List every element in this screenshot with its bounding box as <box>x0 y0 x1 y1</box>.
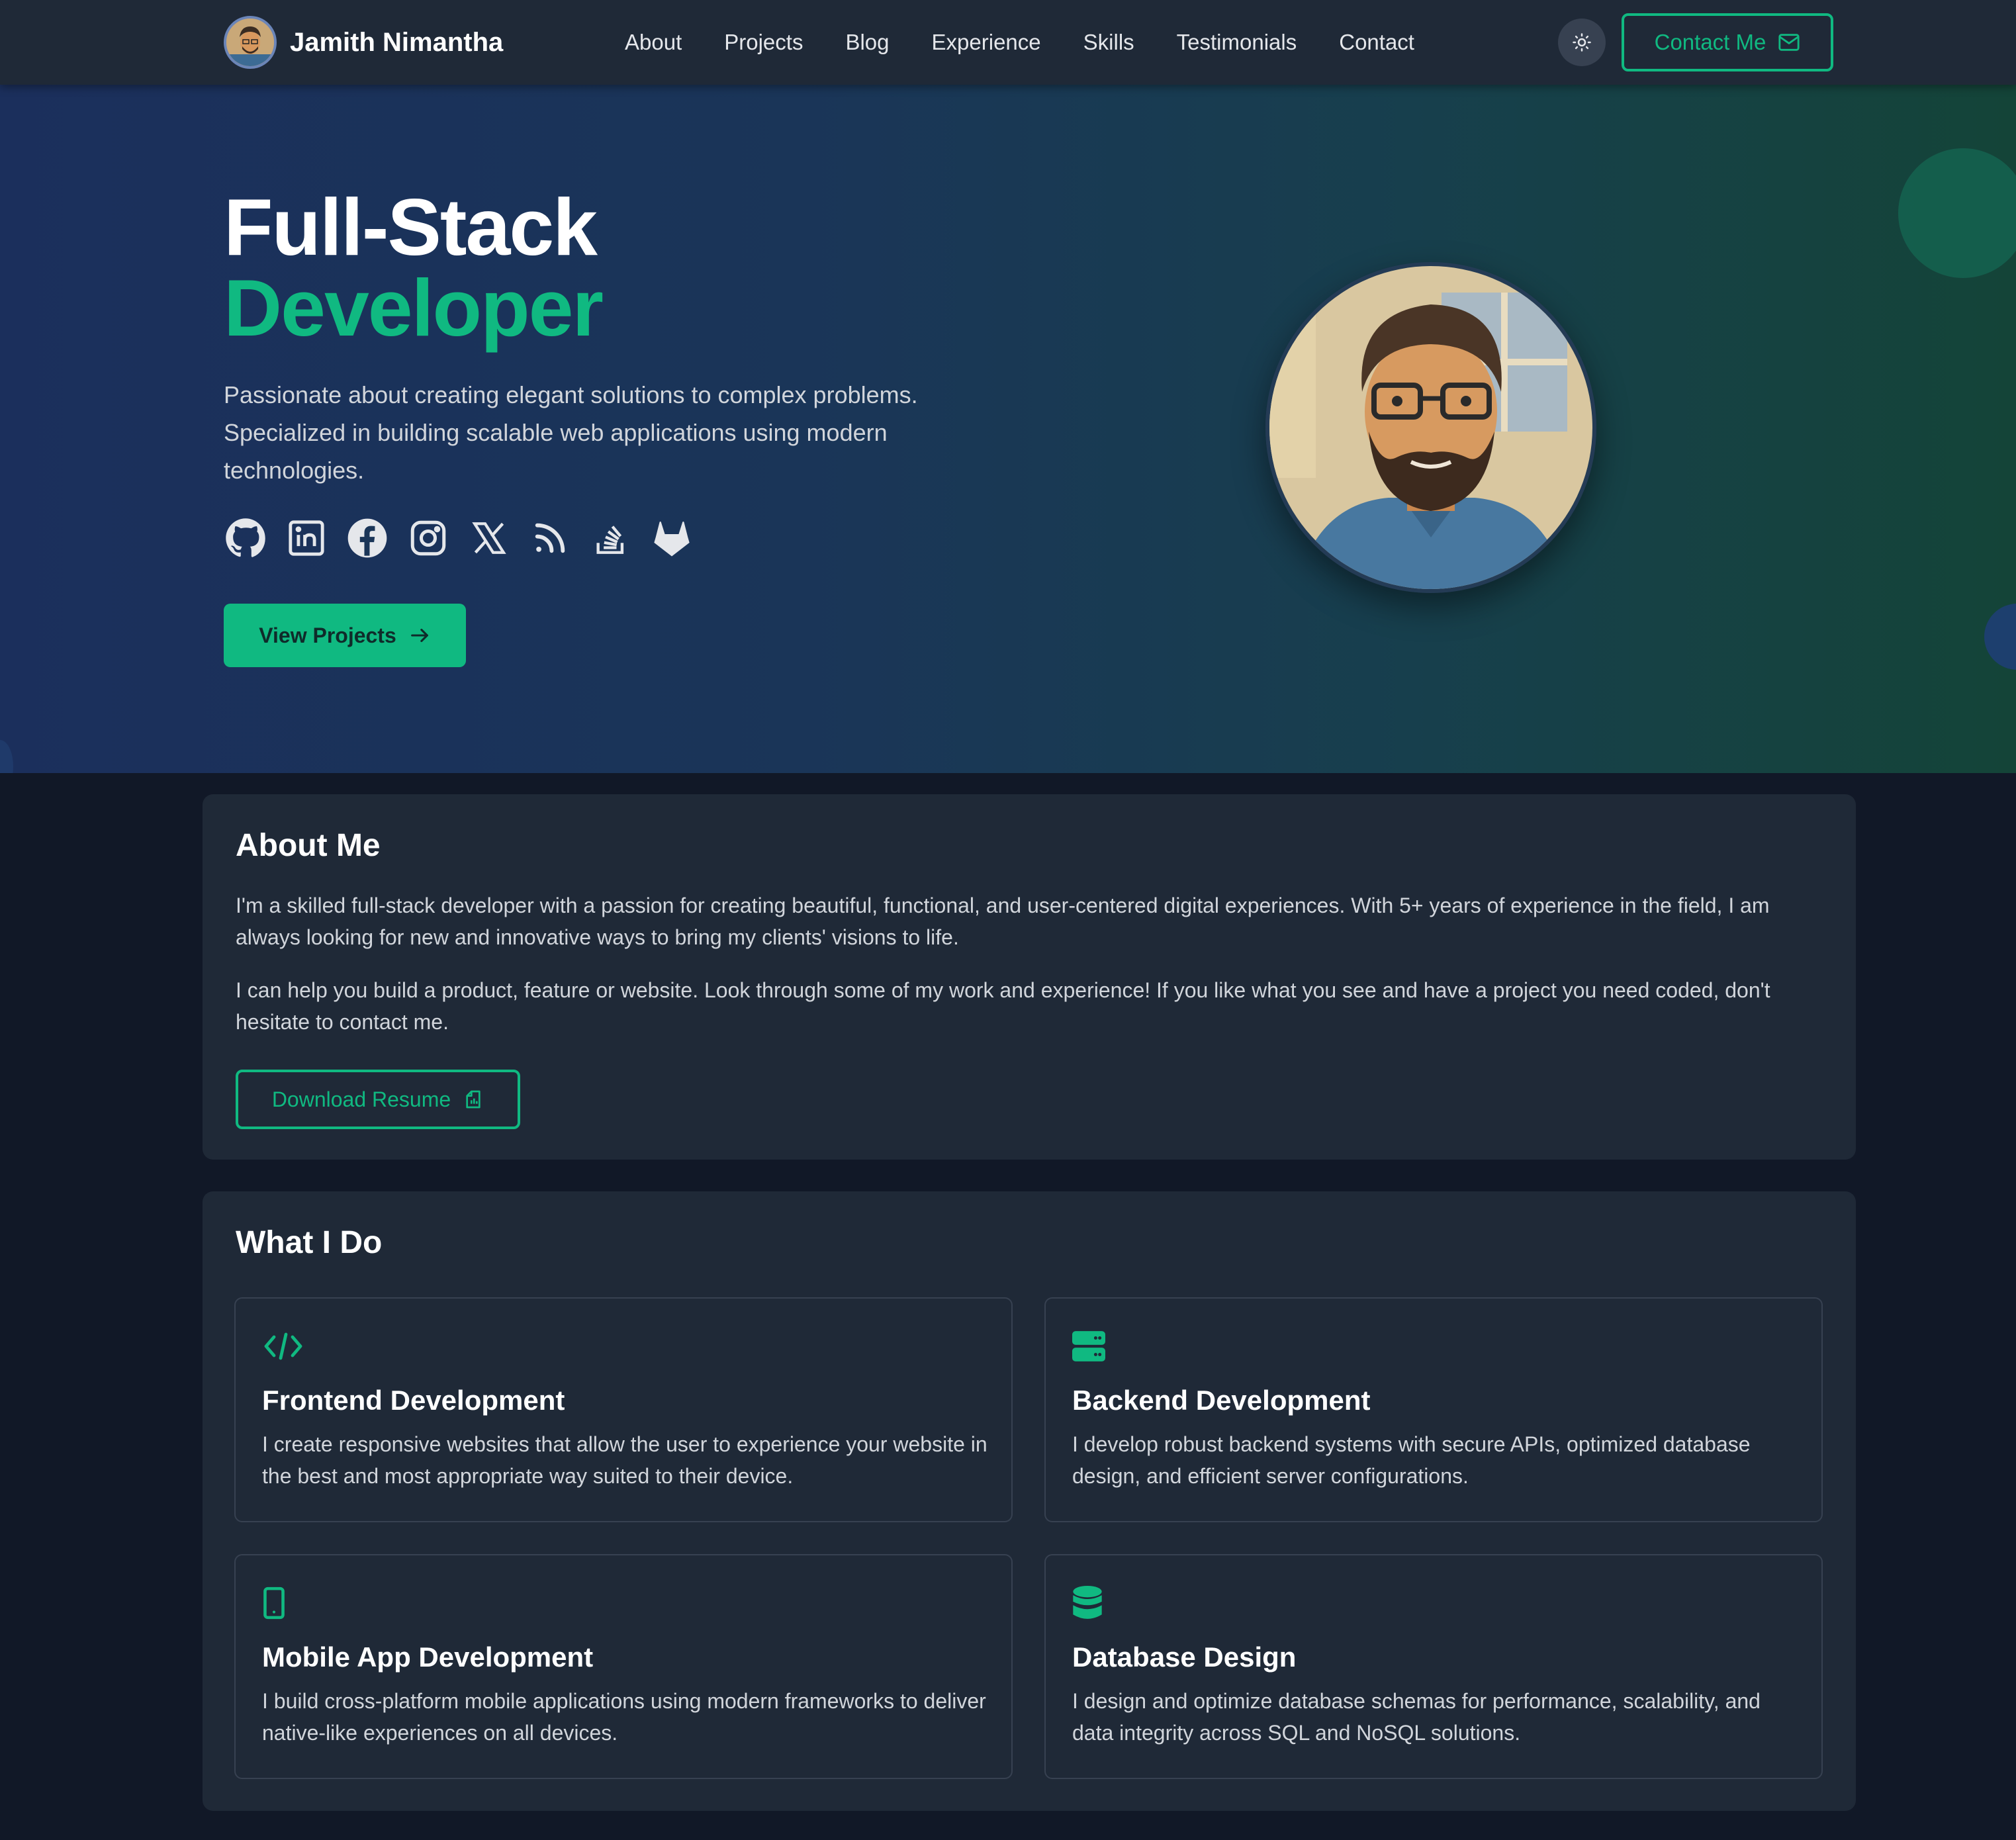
nav-link-skills[interactable]: Skills <box>1083 26 1134 58</box>
hero-section: Full-Stack Developer Passionate about cr… <box>0 85 2016 773</box>
brand-name: Jamith Nimantha <box>290 27 504 57</box>
gitlab-icon[interactable] <box>650 516 694 560</box>
rss-icon[interactable] <box>528 516 572 560</box>
decorative-circle <box>1984 604 2016 670</box>
stackoverflow-icon[interactable] <box>589 516 633 560</box>
service-description: I build cross-platform mobile applicatio… <box>262 1689 986 1745</box>
nav-link-experience[interactable]: Experience <box>932 26 1041 58</box>
service-title: Backend Development <box>1072 1385 1371 1416</box>
brand[interactable]: Jamith Nimantha <box>224 16 503 69</box>
service-description: I design and optimize database schemas f… <box>1072 1689 1761 1745</box>
mobile-icon <box>262 1582 304 1624</box>
mail-icon <box>1778 34 1800 51</box>
code-icon <box>262 1325 304 1367</box>
contact-me-label: Contact Me <box>1654 30 1766 54</box>
about-paragraph-2: I can help you build a product, feature … <box>236 978 1770 1034</box>
sun-icon <box>1573 33 1591 52</box>
service-description: I create responsive websites that allow … <box>262 1432 987 1488</box>
nav-links: About Projects Blog Experience Skills Te… <box>625 26 1457 58</box>
contact-me-button[interactable]: Contact Me <box>1622 13 1833 71</box>
github-icon[interactable] <box>224 516 267 560</box>
download-resume-button[interactable]: Download Resume <box>236 1070 520 1129</box>
service-description: I develop robust backend systems with se… <box>1072 1432 1751 1488</box>
avatar-icon <box>224 16 277 69</box>
top-navbar: Jamith Nimantha About Projects Blog Expe… <box>0 0 2016 85</box>
services-section: What I Do Frontend Development I create … <box>203 1191 1856 1811</box>
hero-description: Passionate about creating elegant soluti… <box>224 381 918 484</box>
nav-link-testimonials[interactable]: Testimonials <box>1177 26 1297 58</box>
about-title: About Me <box>236 828 381 863</box>
x-icon[interactable] <box>467 516 511 560</box>
facebook-icon[interactable] <box>345 516 389 560</box>
server-icon <box>1072 1325 1115 1367</box>
nav-link-blog[interactable]: Blog <box>845 26 889 58</box>
service-card-backend: Backend Development I develop robust bac… <box>1044 1297 1823 1522</box>
profile-portrait <box>1265 262 1596 593</box>
service-card-database: Database Design I design and optimize da… <box>1044 1554 1823 1779</box>
social-links <box>224 516 711 560</box>
download-resume-label: Download Resume <box>271 1087 451 1111</box>
service-title: Mobile App Development <box>262 1641 594 1673</box>
decorative-circle <box>1898 148 2016 278</box>
view-projects-label: View Projects <box>259 623 396 647</box>
view-projects-button[interactable]: View Projects <box>224 604 466 667</box>
about-section: About Me I'm a skilled full-stack develo… <box>203 794 1856 1160</box>
service-card-frontend: Frontend Development I create responsive… <box>234 1297 1013 1522</box>
nav-link-projects[interactable]: Projects <box>724 26 803 58</box>
theme-toggle-button[interactable] <box>1558 19 1606 66</box>
hero-title-line2: Developer <box>224 263 604 353</box>
linkedin-icon[interactable] <box>285 516 328 560</box>
service-title: Database Design <box>1072 1641 1297 1673</box>
nav-link-about[interactable]: About <box>625 26 682 58</box>
service-card-mobile: Mobile App Development I build cross-pla… <box>234 1554 1013 1779</box>
document-icon <box>466 1090 481 1109</box>
database-icon <box>1072 1582 1115 1624</box>
instagram-icon[interactable] <box>406 516 450 560</box>
service-title: Frontend Development <box>262 1385 565 1416</box>
decorative-circle <box>0 740 13 773</box>
arrow-right-icon <box>410 628 428 643</box>
about-paragraph-1: I'm a skilled full-stack developer with … <box>236 894 1770 949</box>
services-title: What I Do <box>236 1225 383 1260</box>
nav-link-contact[interactable]: Contact <box>1339 26 1414 58</box>
hero-title-line1: Full-Stack <box>224 182 598 272</box>
